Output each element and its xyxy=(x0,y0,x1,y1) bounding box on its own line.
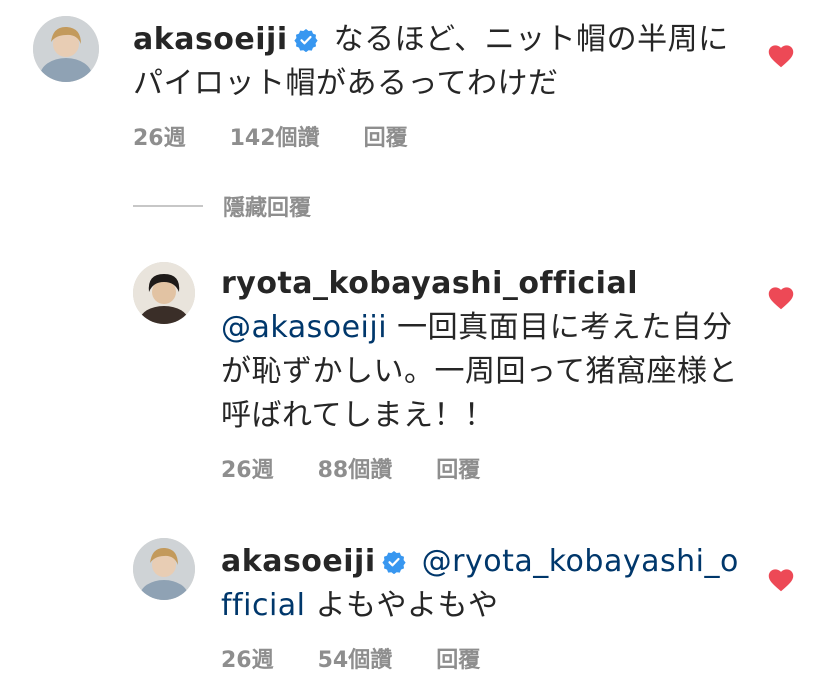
like-count[interactable]: 88個讚 xyxy=(318,452,393,484)
hide-replies-label: 隱藏回覆 xyxy=(223,196,312,221)
verified-badge-icon xyxy=(294,21,318,53)
like-count[interactable]: 54個讚 xyxy=(318,642,393,674)
like-count[interactable]: 142個讚 xyxy=(230,120,320,152)
comment-time: 26週 xyxy=(221,648,274,673)
avatar[interactable] xyxy=(33,16,99,82)
mention-link[interactable]: @akasoeiji xyxy=(221,310,387,345)
reply-button[interactable]: 回覆 xyxy=(436,642,480,674)
heart-icon[interactable] xyxy=(767,42,795,68)
hide-replies-button[interactable]: 隱藏回覆 xyxy=(133,190,311,222)
comment-username[interactable]: ryota_kobayashi_official xyxy=(221,266,638,301)
heart-icon[interactable] xyxy=(767,566,795,592)
verified-badge-icon xyxy=(382,543,406,575)
avatar[interactable] xyxy=(133,262,195,324)
heart-icon[interactable] xyxy=(767,284,795,310)
comment-username[interactable]: akasoeiji xyxy=(221,544,376,579)
reply-button[interactable]: 回覆 xyxy=(364,120,408,152)
reply-button[interactable]: 回覆 xyxy=(436,452,480,484)
comment-time: 26週 xyxy=(221,458,274,483)
comment-time: 26週 xyxy=(133,126,186,151)
avatar[interactable] xyxy=(133,538,195,600)
divider xyxy=(133,205,203,207)
comment-text: よもやよもや xyxy=(315,588,499,623)
comment-username[interactable]: akasoeiji xyxy=(133,22,288,57)
